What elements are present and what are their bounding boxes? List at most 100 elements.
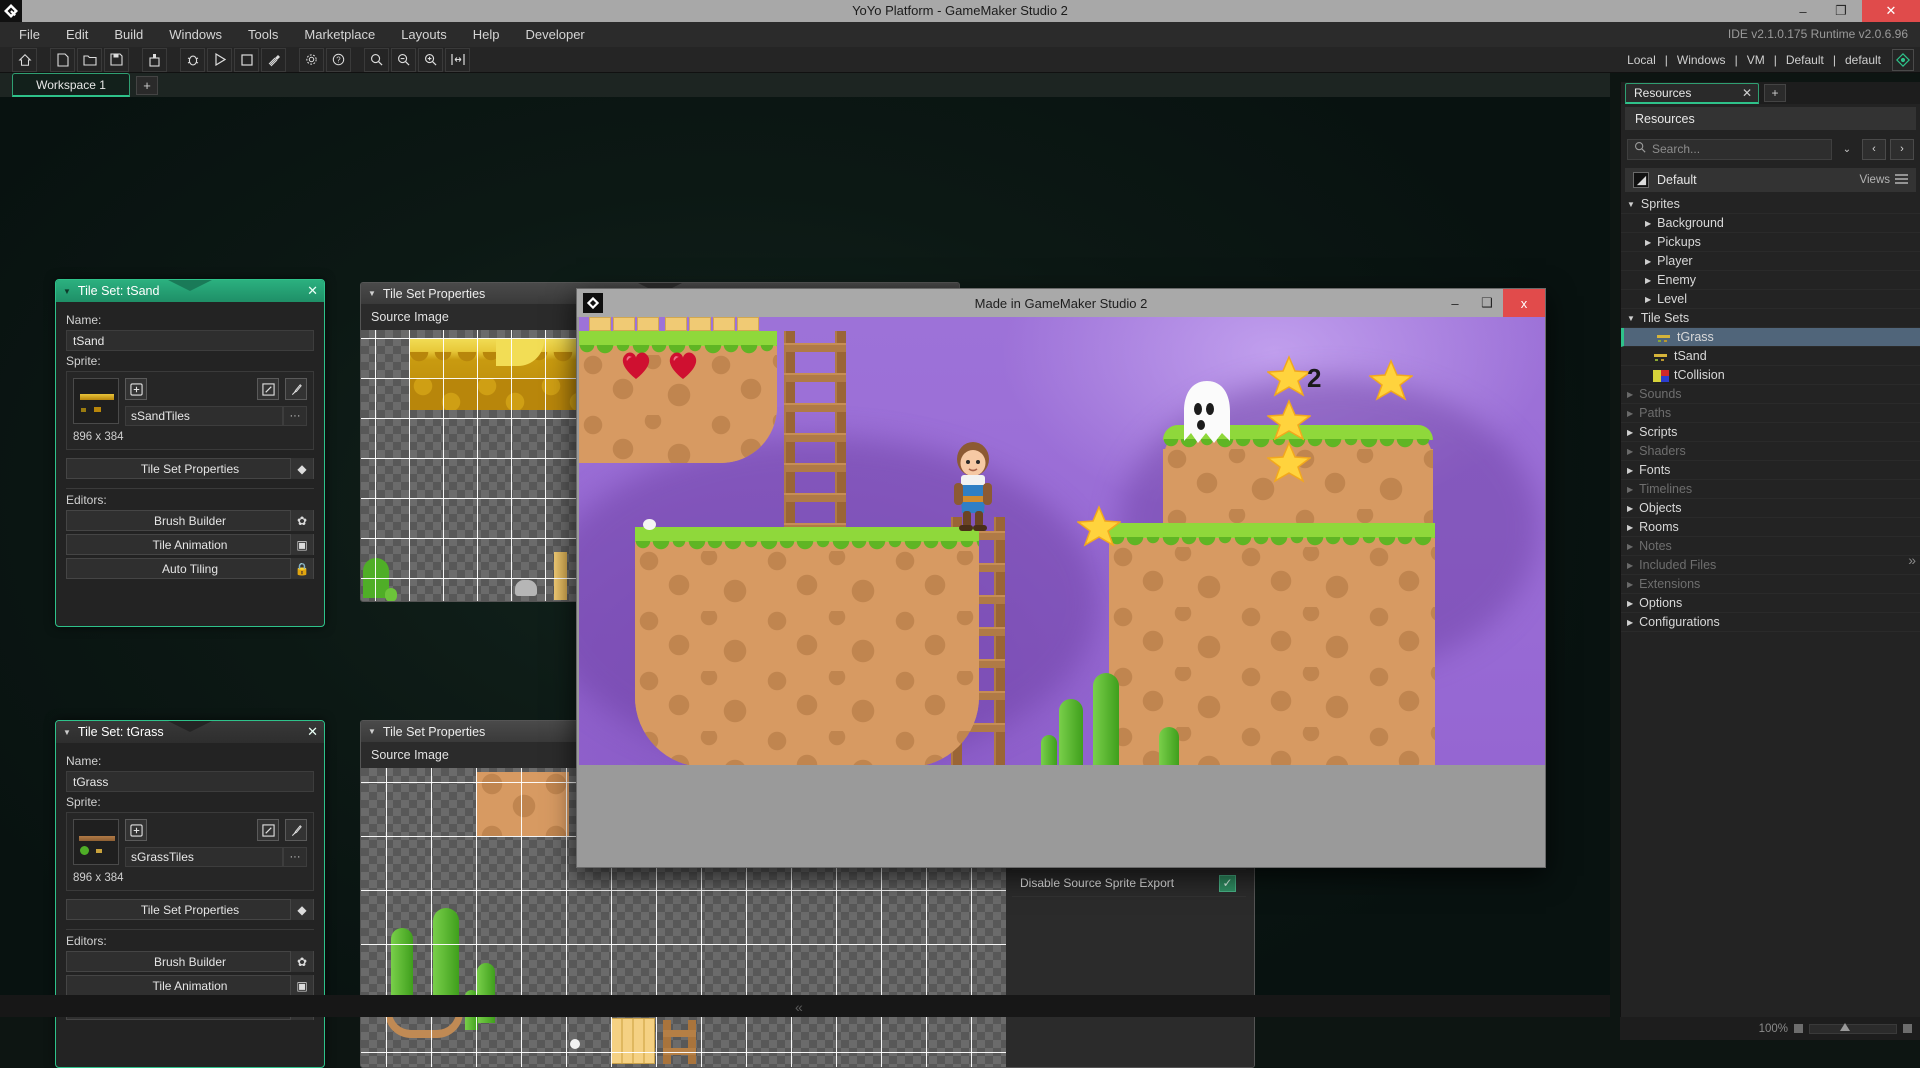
expand-arrow-closed-icon[interactable]: ▶ [1645, 219, 1651, 228]
target-segment-windows[interactable]: Windows [1670, 53, 1733, 67]
collapse-caret-icon[interactable]: ▼ [63, 287, 71, 296]
resource-folder-configurations[interactable]: ▶Configurations [1621, 613, 1920, 632]
collapse-caret-icon[interactable]: ▼ [63, 728, 71, 737]
menu-item-tools[interactable]: Tools [235, 23, 291, 46]
clean-icon[interactable] [261, 48, 286, 72]
save-icon[interactable] [104, 48, 129, 72]
menu-item-edit[interactable]: Edit [53, 23, 101, 46]
resource-folder-fonts[interactable]: ▶Fonts [1621, 461, 1920, 480]
expand-arrow-closed-icon[interactable]: ▶ [1627, 599, 1633, 608]
game-viewport[interactable]: 2 [579, 317, 1545, 765]
expand-arrow-closed-icon[interactable]: ▶ [1627, 428, 1633, 437]
nav-next-button[interactable]: › [1890, 139, 1914, 160]
chevron-down-icon[interactable]: ⌄ [1836, 139, 1858, 160]
resource-config-default[interactable]: Default Views [1625, 168, 1916, 192]
expand-arrow-closed-icon[interactable]: ▶ [1627, 618, 1633, 627]
game-window-maximize-button[interactable]: ❑ [1471, 289, 1503, 317]
tgrass-sprite-preview[interactable] [73, 819, 119, 865]
expand-arrow-closed-icon[interactable]: ▶ [1645, 276, 1651, 285]
target-segment-default[interactable]: Default [1779, 53, 1831, 67]
new-sprite-icon[interactable] [125, 378, 147, 400]
tileset-node-tsand-header[interactable]: ▼ Tile Set: tSand ✕ [56, 280, 324, 302]
zoom-slider[interactable] [1809, 1024, 1897, 1034]
target-segment-default[interactable]: default [1838, 53, 1888, 67]
resource-folder-background[interactable]: ▶Background [1621, 214, 1920, 233]
tsand-sprite-preview[interactable] [73, 378, 119, 424]
new-sprite-icon[interactable] [125, 819, 147, 841]
tile-animation-icon[interactable]: ▣ [290, 975, 313, 996]
tileset-node-tgrass-close[interactable]: ✕ [307, 724, 318, 740]
game-preview-window[interactable]: Made in GameMaker Studio 2 – ❑ x [576, 288, 1546, 868]
expand-arrow-closed-icon[interactable]: ▶ [1627, 542, 1633, 551]
stop-icon[interactable] [234, 48, 259, 72]
menu-item-windows[interactable]: Windows [156, 23, 235, 46]
edit-sprite-icon[interactable] [257, 819, 279, 841]
menu-item-help[interactable]: Help [460, 23, 513, 46]
tgrass-name-input[interactable]: tGrass [66, 771, 314, 792]
tab-workspace-1[interactable]: Workspace 1 [12, 73, 130, 97]
resource-folder-sprites[interactable]: ▼Sprites [1621, 195, 1920, 214]
lock-icon[interactable]: 🔒 [290, 558, 313, 579]
edit-sprite-icon[interactable] [257, 378, 279, 400]
diamond-icon[interactable]: ◆ [290, 899, 313, 920]
resource-item-tgrass[interactable]: tGrass [1621, 328, 1920, 347]
open-folder-icon[interactable] [77, 48, 102, 72]
resource-tree[interactable]: ▼Sprites▶Background▶Pickups▶Player▶Enemy… [1621, 195, 1920, 632]
tab-resources[interactable]: Resources ✕ [1625, 83, 1759, 104]
tileset-node-tsand-close[interactable]: ✕ [307, 283, 318, 299]
tsand-brush-builder-button[interactable]: Brush Builder ✿ [66, 510, 314, 531]
expand-arrow-closed-icon[interactable]: ▶ [1627, 409, 1633, 418]
expand-arrow-closed-icon[interactable]: ▶ [1627, 523, 1633, 532]
resource-folder-level[interactable]: ▶Level [1621, 290, 1920, 309]
home-icon[interactable] [12, 48, 37, 72]
expand-arrow-closed-icon[interactable]: ▶ [1645, 238, 1651, 247]
add-resources-tab-button[interactable]: + [1764, 84, 1786, 102]
menu-item-layouts[interactable]: Layouts [388, 23, 460, 46]
zoom-slider-handle[interactable] [1840, 1023, 1850, 1031]
window-maximize-button[interactable]: ❐ [1824, 0, 1858, 22]
expand-arrow-closed-icon[interactable]: ▶ [1645, 295, 1651, 304]
disable-source-sprite-export-row[interactable]: Disable Source Sprite Export ✓ [1012, 870, 1246, 897]
gear-icon[interactable] [299, 48, 324, 72]
menu-item-developer[interactable]: Developer [513, 23, 598, 46]
paint-brush-icon[interactable] [285, 819, 307, 841]
expand-arrow-closed-icon[interactable]: ▶ [1627, 390, 1633, 399]
target-config-icon[interactable] [1892, 49, 1914, 71]
tsand-tileset-properties-button[interactable]: Tile Set Properties ◆ [66, 458, 314, 479]
expand-arrow-closed-icon[interactable]: ▶ [1627, 447, 1633, 456]
collapse-chevron-icon[interactable]: « [795, 999, 803, 1015]
tgrass-brush-builder-button[interactable]: Brush Builder ✿ [66, 951, 314, 972]
target-segment-local[interactable]: Local [1620, 53, 1663, 67]
diamond-icon[interactable]: ◆ [290, 458, 313, 479]
expand-arrow-closed-icon[interactable]: ▶ [1645, 257, 1651, 266]
zoom-out-icon[interactable] [364, 48, 389, 72]
menu-item-file[interactable]: File [6, 23, 53, 46]
game-window-close-button[interactable]: x [1503, 289, 1545, 317]
tsand-tile-animation-button[interactable]: Tile Animation ▣ [66, 534, 314, 555]
tsand-sprite-name[interactable]: sSandTiles [125, 406, 283, 426]
package-icon[interactable] [142, 48, 167, 72]
resource-item-tsand[interactable]: tSand [1621, 347, 1920, 366]
resource-folder-extensions[interactable]: ▶Extensions [1621, 575, 1920, 594]
resources-search-input[interactable]: Search... [1627, 139, 1832, 160]
resource-folder-player[interactable]: ▶Player [1621, 252, 1920, 271]
resource-folder-included-files[interactable]: ▶Included Files [1621, 556, 1920, 575]
add-workspace-tab-button[interactable]: + [136, 76, 158, 95]
resource-folder-objects[interactable]: ▶Objects [1621, 499, 1920, 518]
resource-folder-options[interactable]: ▶Options [1621, 594, 1920, 613]
tgrass-sprite-name[interactable]: sGrassTiles [125, 847, 283, 867]
resource-folder-shaders[interactable]: ▶Shaders [1621, 442, 1920, 461]
tsand-sprite-browse-button[interactable]: ··· [283, 406, 307, 426]
help-icon[interactable]: ? [326, 48, 351, 72]
paint-brush-icon[interactable] [285, 378, 307, 400]
tsand-name-input[interactable]: tSand [66, 330, 314, 351]
expand-panel-icon[interactable]: » [1908, 552, 1916, 568]
resource-folder-rooms[interactable]: ▶Rooms [1621, 518, 1920, 537]
target-segment-vm[interactable]: VM [1740, 53, 1772, 67]
game-window-minimize-button[interactable]: – [1439, 289, 1471, 317]
tsand-auto-tiling-button[interactable]: Auto Tiling 🔒 [66, 558, 314, 579]
resource-item-tcollision[interactable]: tCollision [1621, 366, 1920, 385]
collapse-caret-icon[interactable]: ▼ [368, 289, 376, 298]
window-minimize-button[interactable]: – [1786, 0, 1820, 22]
zoom-reset-icon[interactable] [391, 48, 416, 72]
